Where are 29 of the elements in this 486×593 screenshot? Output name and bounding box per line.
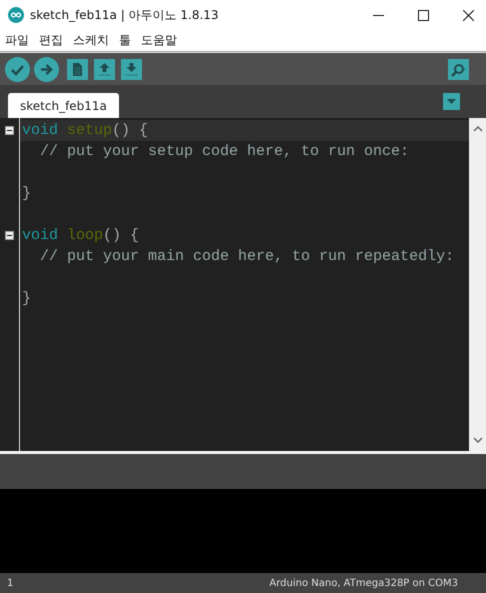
scroll-up-icon[interactable] [472,126,482,132]
new-document-icon[interactable] [67,58,88,80]
menu-item[interactable]: 편집 [39,32,63,49]
code-line: void setup() { [22,122,148,139]
code-line: void loop() { [22,227,140,244]
menu-item[interactable]: 툴 [119,32,131,49]
menu-item[interactable]: 스케치 [73,32,109,49]
window-title: sketch_feb11a | 아두이노 1.8.13 [30,6,219,24]
dropdown-icon[interactable] [443,93,460,110]
close-icon[interactable] [463,10,474,20]
code-line: // put your setup code here, to run once: [39,143,410,160]
maximize-icon[interactable] [418,10,429,20]
fold-collapse-icon[interactable] [5,231,14,240]
menu-item[interactable]: 파일 [5,32,29,49]
sketch-tab[interactable]: sketch_feb11a [8,93,119,118]
line-number: 1 [7,578,14,588]
save-arrow-down-icon[interactable] [121,58,142,80]
menu-item[interactable]: 도움말 [141,32,177,49]
serial-monitor-icon[interactable] [448,58,469,80]
fold-collapse-icon[interactable] [5,126,14,135]
app-logo-icon [8,7,24,23]
board-info: Arduino Nano, ATmega328P on COM3 [269,578,458,588]
code-line: // put your main code here, to run repeatedly: [39,248,454,265]
code-line: } [22,185,32,202]
scrollbar[interactable] [469,118,486,451]
code-line: } [22,290,32,307]
open-arrow-up-icon[interactable] [94,58,115,80]
verify-check-icon[interactable] [5,56,30,82]
scroll-down-icon[interactable] [472,437,482,443]
